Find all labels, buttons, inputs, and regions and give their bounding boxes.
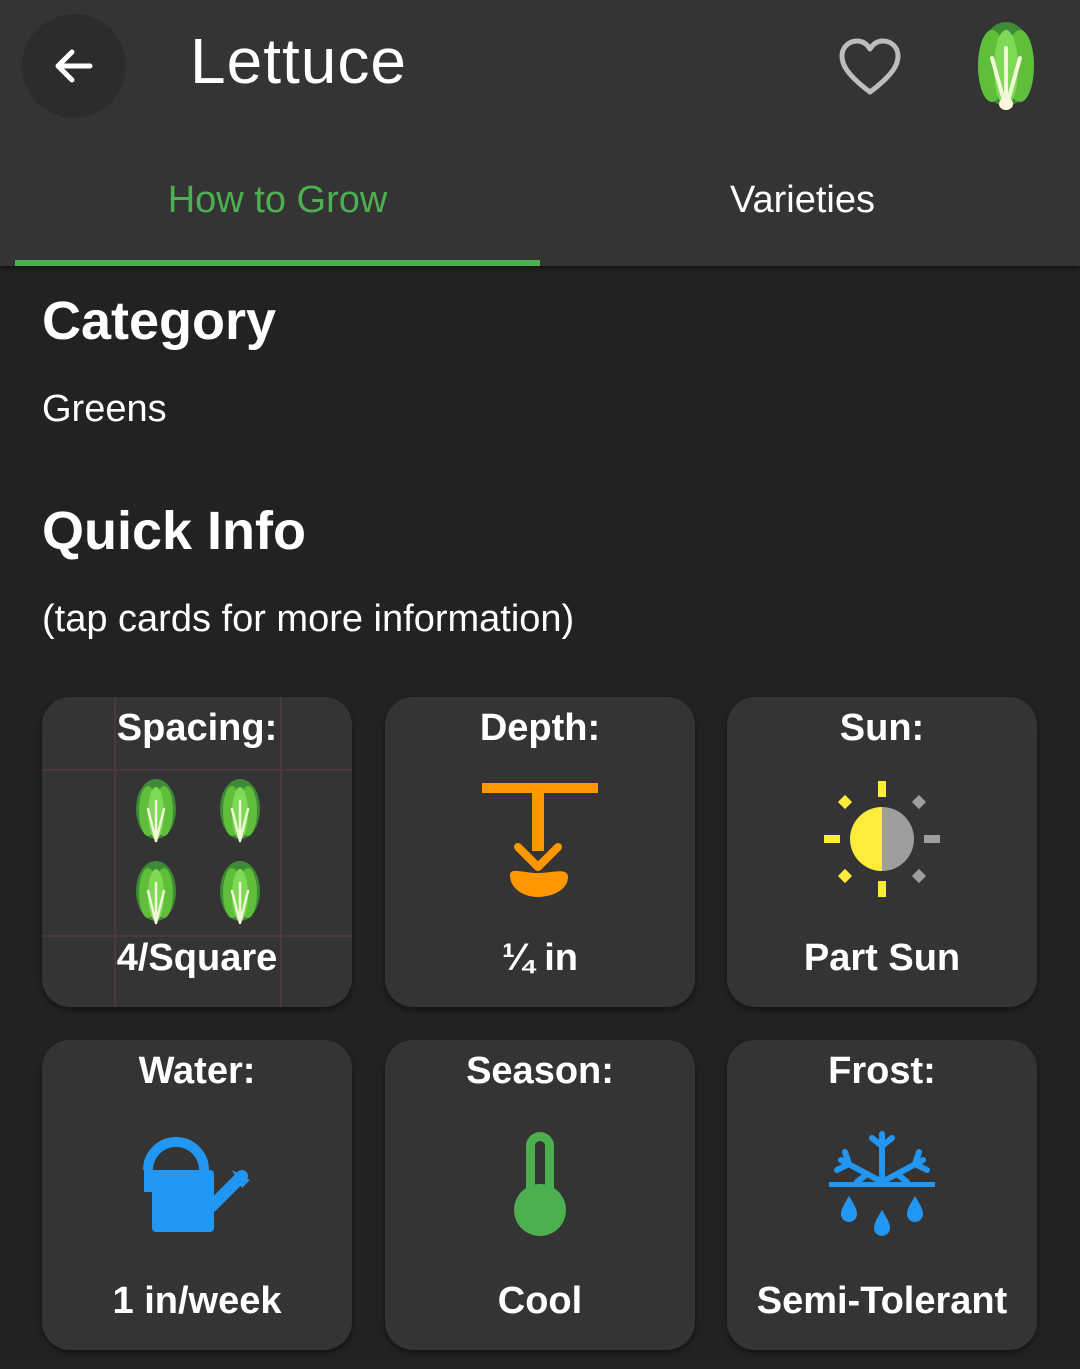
water-card[interactable]: Water: 1 in/week (42, 1040, 352, 1350)
water-value: 1 in/week (112, 1280, 282, 1322)
thermometer-icon (514, 1132, 566, 1236)
season-label: Season: (466, 1050, 614, 1092)
lettuce-icon (978, 22, 1034, 110)
depth-value: ¼ in (501, 937, 579, 979)
tab-varieties[interactable]: Varieties (540, 160, 1065, 240)
spacing-value: 4/Square (116, 937, 278, 979)
quick-info-hint: (tap cards for more information) (42, 598, 575, 640)
seed-depth-icon (482, 783, 598, 897)
spacing-label: Spacing: (116, 707, 278, 749)
season-card[interactable]: Season: Cool (385, 1040, 695, 1350)
grid-line (42, 769, 352, 771)
watering-can-icon (143, 1137, 250, 1232)
favorite-heart-icon[interactable] (836, 36, 904, 98)
lettuce-grid-icon (134, 777, 262, 925)
back-button[interactable] (22, 14, 126, 118)
spacing-card[interactable]: Spacing: 4/Square (42, 697, 352, 1007)
category-value: Greens (42, 388, 167, 430)
frost-icon (829, 1131, 935, 1236)
tab-how-to-grow[interactable]: How to Grow (15, 160, 540, 240)
season-value: Cool (497, 1280, 583, 1322)
arrow-back-icon (55, 49, 93, 83)
app-bar: Lettuce How to Grow Varieties (0, 0, 1080, 266)
sun-card[interactable]: Sun: Part Sun (727, 697, 1037, 1007)
water-label: Water: (138, 1050, 256, 1092)
sun-label: Sun: (839, 707, 925, 749)
part-sun-icon (824, 781, 940, 897)
frost-label: Frost: (828, 1050, 936, 1092)
category-heading: Category (42, 291, 277, 351)
depth-card[interactable]: Depth: ¼ in (385, 697, 695, 1007)
depth-label: Depth: (479, 707, 601, 749)
frost-card[interactable]: Frost: Semi-Tolerant (727, 1040, 1037, 1350)
frost-value: Semi-Tolerant (756, 1280, 1008, 1322)
sun-value: Part Sun (803, 937, 961, 979)
page-title: Lettuce (190, 25, 407, 97)
tab-indicator (15, 260, 540, 266)
quick-info-heading: Quick Info (42, 501, 307, 561)
